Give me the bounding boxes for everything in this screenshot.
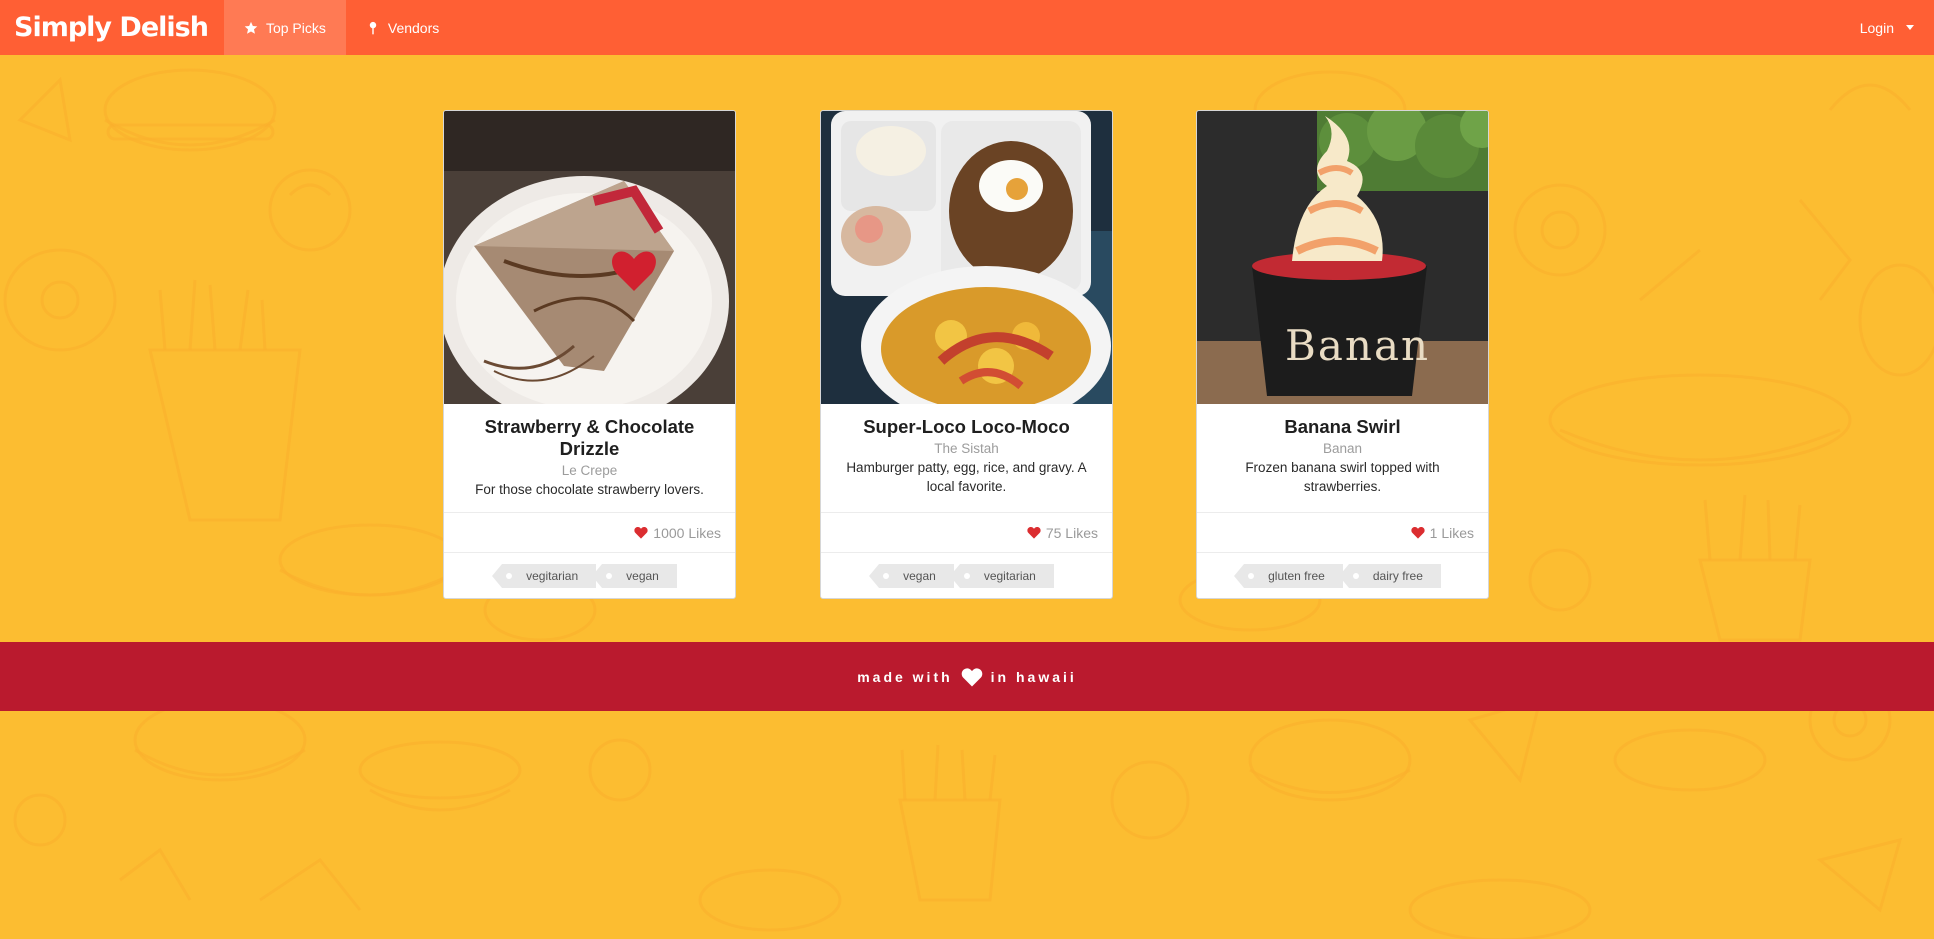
cup-logo-text: Banan [1285, 321, 1431, 370]
card-title[interactable]: Banana Swirl [1207, 416, 1478, 438]
login-label: Login [1859, 19, 1894, 36]
likes-count: 1 Likes [1429, 524, 1474, 541]
card-vendor[interactable]: The Sistah [831, 441, 1102, 456]
likes-count: 1000 Likes [653, 524, 721, 541]
heart-icon[interactable] [1027, 526, 1041, 539]
tag-vegitarian[interactable]: vegitarian [492, 564, 597, 588]
likes-row: 75 Likes [821, 512, 1112, 552]
food-photo-loco-moco [821, 111, 1112, 404]
likes-row: 1 Likes [1197, 512, 1488, 552]
tags-row: vegitarian vegan [444, 552, 735, 598]
tags-row: gluten free dairy free [1197, 552, 1488, 598]
card-description: For those chocolate strawberry lovers. [475, 482, 704, 497]
loco-moco-image [821, 111, 1112, 404]
likes-count: 75 Likes [1045, 524, 1098, 541]
tags-row: vegan vegitarian [821, 552, 1112, 598]
footer-text-after: in hawaii [990, 668, 1077, 685]
chevron-down-icon [1906, 25, 1914, 30]
nav-item-label: Top Picks [265, 19, 326, 36]
tag-vegan[interactable]: vegan [592, 564, 677, 588]
tag-vegan[interactable]: vegan [869, 564, 954, 588]
footer-text-before: made with [857, 668, 953, 685]
login-dropdown[interactable]: Login [1860, 0, 1934, 55]
card-vendor[interactable]: Le Crepe [454, 463, 725, 478]
nav-item-top-picks[interactable]: Top Picks [223, 0, 346, 55]
nav-item-vendors[interactable]: Vendors [346, 0, 459, 55]
card-description: Hamburger patty, egg, rice, and gravy. A… [846, 460, 1087, 494]
food-card[interactable]: Super-Loco Loco-Moco The Sistah Hamburge… [820, 110, 1113, 599]
footer-banner: made with in hawaii [0, 642, 1934, 711]
top-navbar: Simply Delish Top Picks Vendors Login [0, 0, 1934, 55]
food-photo-banana-swirl: Banan [1197, 111, 1488, 404]
heart-icon[interactable] [1411, 526, 1425, 539]
heart-icon[interactable] [634, 526, 648, 539]
tag-vegitarian[interactable]: vegitarian [949, 564, 1054, 588]
nav-item-label: Vendors [387, 19, 440, 36]
card-title[interactable]: Strawberry & Chocolate Drizzle [454, 416, 725, 460]
card-body: Strawberry & Chocolate Drizzle Le Crepe … [444, 404, 735, 512]
card-body: Super-Loco Loco-Moco The Sistah Hamburge… [821, 404, 1112, 512]
food-card[interactable]: Strawberry & Chocolate Drizzle Le Crepe … [443, 110, 736, 599]
likes-row: 1000 Likes [444, 512, 735, 552]
card-title[interactable]: Super-Loco Loco-Moco [831, 416, 1102, 438]
brand-logo[interactable]: Simply Delish [0, 0, 224, 55]
star-icon [244, 21, 258, 34]
card-body: Banana Swirl Banan Frozen banana swirl t… [1197, 404, 1488, 512]
top-picks-grid: Strawberry & Chocolate Drizzle Le Crepe … [443, 110, 1491, 600]
tag-gluten-free[interactable]: gluten free [1234, 564, 1343, 588]
food-photo-crepe [444, 111, 735, 404]
heart-icon [961, 667, 982, 687]
card-vendor[interactable]: Banan [1207, 441, 1478, 456]
crepe-image [444, 111, 735, 404]
pin-icon [369, 21, 377, 34]
tag-dairy-free[interactable]: dairy free [1338, 564, 1441, 588]
food-card[interactable]: Banan Banana Swirl Banan Frozen banana s… [1196, 110, 1489, 599]
card-description: Frozen banana swirl topped with strawber… [1245, 460, 1440, 494]
